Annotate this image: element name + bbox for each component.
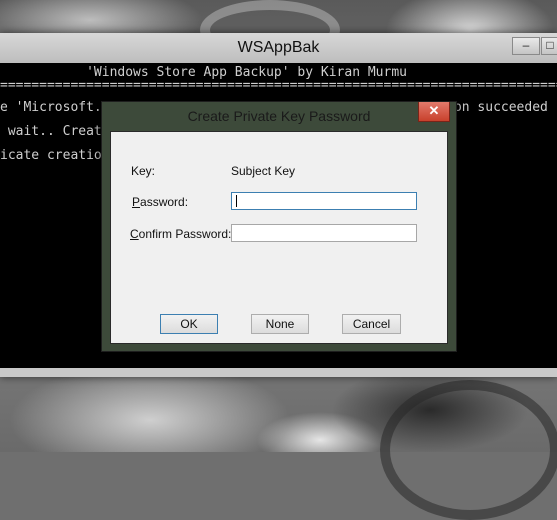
confirm-label-mnemonic: C (130, 227, 139, 241)
minimize-button[interactable]: – (512, 37, 540, 55)
console-line: wait.. Creat (0, 124, 102, 139)
password-input[interactable] (231, 192, 417, 210)
password-label: Password: (132, 195, 188, 209)
console-line: ========================================… (0, 78, 557, 93)
key-value: Subject Key (231, 164, 296, 178)
password-label-text: assword: (140, 195, 189, 209)
none-button[interactable]: None (251, 314, 309, 334)
text-caret (236, 195, 237, 207)
confirm-label-text: onfirm Password: (138, 227, 232, 241)
dialog-title: Create Private Key Password (187, 108, 371, 124)
close-button[interactable]: ✕ (418, 102, 450, 122)
dialog-content: Key: Subject Key Password: Confirm Passw… (110, 131, 448, 344)
key-label: Key: (131, 164, 156, 178)
cancel-button[interactable]: Cancel (342, 314, 401, 334)
console-titlebar[interactable]: WSAppBak – □ (0, 33, 557, 63)
create-private-key-password-dialog[interactable]: Create Private Key Password ✕ Key: Subje… (101, 101, 457, 352)
ok-button[interactable]: OK (160, 314, 218, 334)
confirm-password-input[interactable] (231, 224, 417, 242)
console-bottom-border (0, 368, 557, 377)
wallpaper-swirl (380, 380, 557, 520)
password-label-mnemonic: P (132, 195, 141, 209)
console-title: WSAppBak (237, 39, 320, 56)
console-line: icate creatio (0, 148, 102, 163)
maximize-button[interactable]: □ (541, 37, 557, 55)
confirm-password-label: Confirm Password: (130, 227, 231, 241)
